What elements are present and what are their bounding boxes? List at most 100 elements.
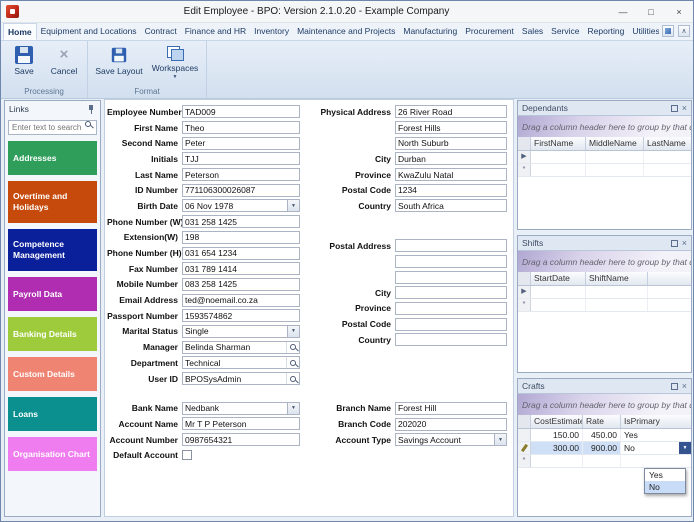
group-by-area[interactable]: Drag a column header here to group by th… [518,116,691,137]
cell-middlename[interactable] [586,151,644,163]
links-item-overtime-and-holidays[interactable]: Overtime and Holidays [8,181,97,223]
employee-number-input[interactable] [182,105,300,119]
shifts-panel-header[interactable]: Shifts × [518,236,691,251]
cell-costestimate[interactable]: 150.00 [531,429,583,441]
phone-home-input[interactable] [182,246,300,260]
user-id-lookup-button[interactable] [286,373,299,385]
dropdown-arrow-icon[interactable]: ▼ [494,434,506,446]
physical-province-input[interactable] [395,168,507,182]
maximize-panel-icon[interactable] [670,382,678,390]
new-row[interactable]: * [518,164,691,177]
pin-icon[interactable] [86,104,96,114]
email-address-input[interactable] [182,293,300,307]
postal-city-input[interactable] [395,286,507,300]
group-by-area[interactable]: Drag a column header here to group by th… [518,394,691,415]
cell-firstname[interactable] [531,164,586,176]
tab-equipment-and-locations[interactable]: Equipment and Locations [37,23,141,40]
tab-procurement[interactable]: Procurement [461,23,518,40]
physical-postal-code-input[interactable] [395,183,507,197]
cell-startdate[interactable] [531,286,586,298]
physical-address-line3-input[interactable] [395,136,507,150]
tab-manufacturing[interactable]: Manufacturing [399,23,461,40]
save-layout-button[interactable]: Save Layout [92,43,146,86]
maximize-panel-icon[interactable] [670,239,678,247]
cancel-button[interactable]: × Cancel [45,43,83,86]
new-row[interactable]: * [518,455,691,468]
phone-work-input[interactable] [182,215,300,229]
tab-finance-and-hr[interactable]: Finance and HR [181,23,250,40]
close-panel-icon[interactable]: × [682,104,687,113]
physical-address-line2-input[interactable] [395,121,507,135]
postal-province-input[interactable] [395,301,507,315]
postal-address-line2-input[interactable] [395,254,507,268]
ribbon-minimize-icon[interactable]: ∧ [678,25,690,37]
physical-address-line1-input[interactable] [395,105,507,119]
cell-isprimary-editor[interactable]: No ▼ [621,442,691,454]
cell-costestimate[interactable] [531,455,583,467]
physical-country-input[interactable] [395,199,507,213]
column-header-middlename[interactable]: MiddleName [586,137,644,150]
links-item-payroll-data[interactable]: Payroll Data [8,277,97,311]
postal-postal-code-input[interactable] [395,317,507,331]
links-item-competence-management[interactable]: Competence Management [8,229,97,271]
column-header-lastname[interactable]: LastName [644,137,691,150]
column-header-costestimate[interactable]: CostEstimate [531,415,583,428]
cell-shiftname[interactable] [586,299,648,311]
save-button[interactable]: Save [5,43,43,86]
initials-input[interactable] [182,152,300,166]
close-panel-icon[interactable]: × [682,382,687,391]
links-item-addresses[interactable]: Addresses [8,141,97,175]
cell-startdate[interactable] [531,299,586,311]
manager-lookup-button[interactable] [286,341,299,353]
account-name-input[interactable] [182,417,300,431]
postal-country-input[interactable] [395,333,507,347]
column-header-isprimary[interactable]: IsPrimary [621,415,691,428]
department-lookup[interactable]: Technical [182,356,300,370]
links-item-custom-details[interactable]: Custom Details [8,357,97,391]
cell-isprimary[interactable] [621,455,691,467]
table-row-editing[interactable]: 300.00 900.00 No ▼ [518,442,691,455]
tab-inventory[interactable]: Inventory [250,23,293,40]
tab-contract[interactable]: Contract [141,23,181,40]
dependants-panel-header[interactable]: Dependants × [518,101,691,116]
tab-service[interactable]: Service [547,23,583,40]
physical-city-input[interactable] [395,152,507,166]
column-header-shiftname[interactable]: ShiftName [586,272,648,285]
new-row[interactable]: * [518,299,691,312]
cell-rate[interactable] [583,455,621,467]
user-id-lookup[interactable]: BPOSysAdmin [182,372,300,386]
cell-lastname[interactable] [644,151,691,163]
last-name-input[interactable] [182,168,300,182]
branch-name-input[interactable] [395,401,507,415]
crafts-panel-header[interactable]: Crafts × [518,379,691,394]
cell-isprimary[interactable]: Yes [621,429,691,441]
cell-blank[interactable] [648,286,691,298]
account-type-combo[interactable]: Savings Account ▼ [395,433,507,447]
dropdown-arrow-icon[interactable]: ▼ [287,325,299,337]
editor-dropdown-button[interactable]: ▼ [679,442,691,454]
cell-firstname[interactable] [531,151,586,163]
column-header-startdate[interactable]: StartDate [531,272,586,285]
cell-lastname[interactable] [644,164,691,176]
tab-maintenance-and-projects[interactable]: Maintenance and Projects [293,23,399,40]
cell-rate[interactable]: 450.00 [583,429,621,441]
tab-home[interactable]: Home [3,23,37,40]
postal-address-line1-input[interactable] [395,239,507,253]
marital-status-combo[interactable]: Single ▼ [182,324,300,338]
fax-number-input[interactable] [182,262,300,276]
mobile-number-input[interactable] [182,277,300,291]
close-button[interactable]: × [665,2,693,22]
tab-sales[interactable]: Sales [518,23,547,40]
skin-gallery-icon[interactable] [662,25,674,37]
table-row[interactable]: ▶ [518,151,691,164]
cell-costestimate[interactable]: 300.00 [531,442,583,454]
account-number-input[interactable] [182,433,300,447]
cell-blank[interactable] [648,299,691,311]
workspaces-button[interactable]: Workspaces ▼ [148,43,202,86]
bank-name-combo[interactable]: Nedbank ▼ [182,401,300,415]
maximize-panel-icon[interactable] [670,104,678,112]
branch-code-input[interactable] [395,417,507,431]
minimize-button[interactable]: — [609,2,637,22]
column-header-firstname[interactable]: FirstName [531,137,586,150]
manager-lookup[interactable]: Belinda Sharman [182,340,300,354]
